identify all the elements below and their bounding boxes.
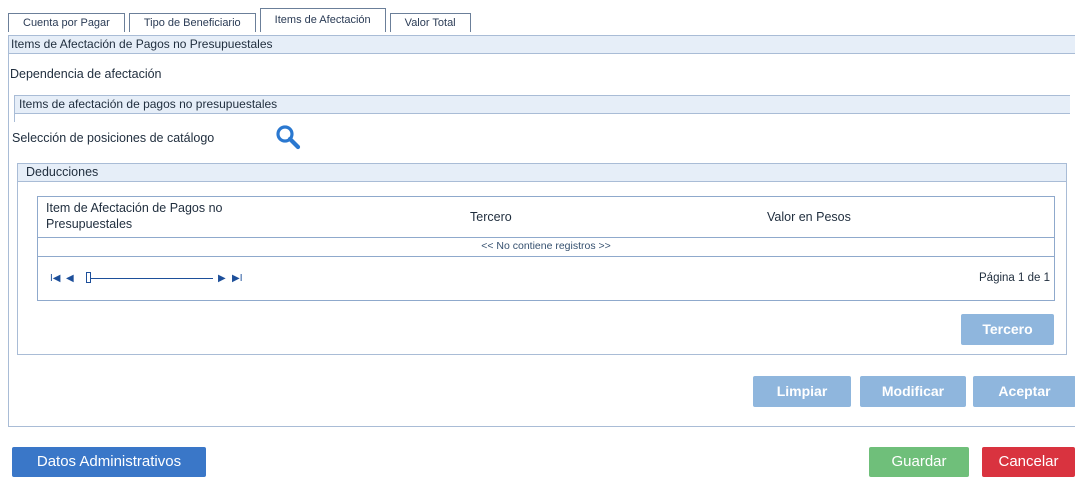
prev-page-icon[interactable]: ◀ bbox=[66, 273, 74, 284]
page-slider-track[interactable] bbox=[86, 278, 213, 279]
items-afectacion-panel: Items de Afectación de Pagos no Presupue… bbox=[8, 35, 1075, 427]
tab-bar: Cuenta por Pagar Tipo de Beneficiario It… bbox=[8, 8, 475, 32]
limpiar-button[interactable]: Limpiar bbox=[753, 376, 851, 407]
column-header-valor[interactable]: Valor en Pesos bbox=[767, 210, 851, 224]
column-header-item[interactable]: Item de Afectación de Pagos no Presupues… bbox=[46, 200, 236, 232]
cancelar-button[interactable]: Cancelar bbox=[982, 447, 1075, 477]
subpanel-divider bbox=[14, 114, 15, 122]
page-info: Página 1 de 1 bbox=[979, 272, 1050, 284]
grid-header: Item de Afectación de Pagos no Presupues… bbox=[38, 197, 1054, 238]
items-afectacion-subpanel-header: Items de afectación de pagos no presupue… bbox=[14, 95, 1070, 114]
deducciones-panel: Deducciones Item de Afectación de Pagos … bbox=[17, 163, 1067, 355]
tab-items-de-afectacion[interactable]: Items de Afectación bbox=[259, 8, 386, 32]
tab-cuenta-por-pagar[interactable]: Cuenta por Pagar bbox=[8, 13, 125, 32]
next-page-icon[interactable]: ▶ bbox=[218, 273, 226, 284]
tab-tipo-de-beneficiario[interactable]: Tipo de Beneficiario bbox=[128, 13, 256, 32]
aceptar-button[interactable]: Aceptar bbox=[973, 376, 1075, 407]
tab-valor-total[interactable]: Valor Total bbox=[389, 13, 471, 32]
panel-title: Items de Afectación de Pagos no Presupue… bbox=[9, 36, 1075, 54]
last-page-icon[interactable]: ▶I bbox=[232, 273, 242, 284]
datos-administrativos-button[interactable]: Datos Administrativos bbox=[12, 447, 206, 477]
page-slider-handle[interactable] bbox=[86, 272, 91, 283]
deducciones-title: Deducciones bbox=[18, 164, 1066, 182]
deducciones-grid: Item de Afectación de Pagos no Presupues… bbox=[37, 196, 1055, 301]
empty-records-row: << No contiene registros >> bbox=[38, 238, 1054, 257]
grid-pager: I◀ ◀ ▶ ▶I Página 1 de 1 bbox=[38, 257, 1054, 301]
modificar-button[interactable]: Modificar bbox=[860, 376, 966, 407]
guardar-button[interactable]: Guardar bbox=[869, 447, 969, 477]
first-page-icon[interactable]: I◀ bbox=[50, 273, 60, 284]
tercero-button[interactable]: Tercero bbox=[961, 314, 1054, 345]
dependencia-label: Dependencia de afectación bbox=[10, 67, 162, 81]
column-header-tercero[interactable]: Tercero bbox=[470, 210, 512, 224]
seleccion-label: Selección de posiciones de catálogo bbox=[12, 131, 215, 145]
search-icon[interactable] bbox=[275, 124, 301, 150]
